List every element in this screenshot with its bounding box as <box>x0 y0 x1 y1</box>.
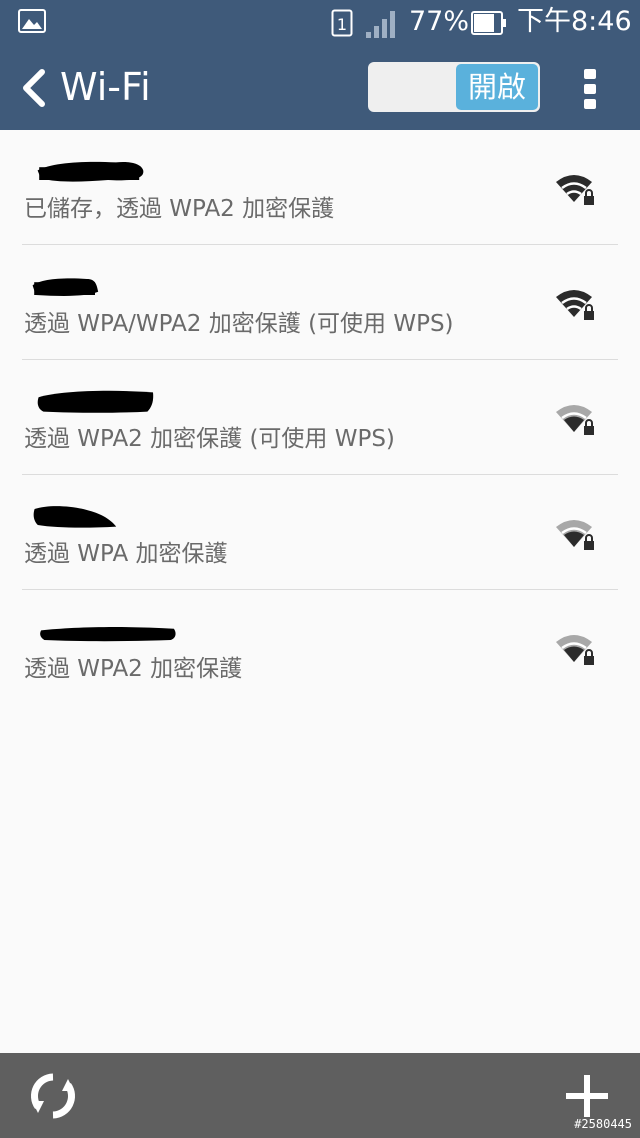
add-icon[interactable] <box>564 1073 610 1119</box>
status-bar: 1 77% 下午8:46 <box>0 0 640 46</box>
network-name-redacted <box>40 627 176 642</box>
network-name-redacted <box>37 161 144 182</box>
watermark: #2580445 <box>574 1117 632 1131</box>
battery-icon <box>471 11 506 35</box>
network-row[interactable]: 透過 WPA 加密保護 <box>22 475 618 590</box>
wifi-medium-lock-icon <box>556 405 594 435</box>
page-title: Wi-Fi <box>60 65 151 109</box>
wifi-medium-lock-icon <box>556 520 594 550</box>
wifi-toggle-label: 開啟 <box>456 64 538 110</box>
network-row[interactable]: 透過 WPA/WPA2 加密保護 (可使用 WPS) <box>22 245 618 360</box>
network-security: 透過 WPA/WPA2 加密保護 (可使用 WPS) <box>24 311 454 337</box>
back-icon[interactable] <box>20 68 48 108</box>
battery-percent: 77% <box>409 6 470 37</box>
action-bar: Wi-Fi 開啟 <box>0 46 640 130</box>
wifi-medium-lock-icon <box>556 635 594 665</box>
network-security: 透過 WPA2 加密保護 (可使用 WPS) <box>24 426 395 452</box>
network-security: 已儲存，透過 WPA2 加密保護 <box>24 196 335 222</box>
sim-icon: 1 <box>331 9 353 37</box>
network-name-redacted <box>33 506 117 528</box>
network-name-redacted <box>32 278 99 296</box>
network-list: 已儲存，透過 WPA2 加密保護 透過 WPA/WPA2 加密保護 (可使用 W… <box>0 130 640 704</box>
signal-icon <box>366 11 395 38</box>
svg-text:1: 1 <box>337 15 347 34</box>
network-security: 透過 WPA 加密保護 <box>24 541 228 567</box>
network-row[interactable]: 透過 WPA2 加密保護 (可使用 WPS) <box>22 360 618 475</box>
network-name-redacted <box>37 390 154 413</box>
network-security: 透過 WPA2 加密保護 <box>24 656 243 682</box>
refresh-icon[interactable] <box>28 1071 78 1121</box>
overflow-menu-icon[interactable] <box>583 68 597 110</box>
network-row[interactable]: 已儲存，透過 WPA2 加密保護 <box>22 130 618 245</box>
network-row[interactable]: 透過 WPA2 加密保護 <box>22 590 618 704</box>
gallery-icon <box>18 9 46 33</box>
wifi-strong-lock-icon <box>556 290 594 320</box>
wifi-toggle[interactable]: 開啟 <box>368 62 540 112</box>
wifi-strong-lock-icon <box>556 175 594 205</box>
bottom-bar: #2580445 <box>0 1053 640 1138</box>
clock: 下午8:46 <box>517 6 632 37</box>
